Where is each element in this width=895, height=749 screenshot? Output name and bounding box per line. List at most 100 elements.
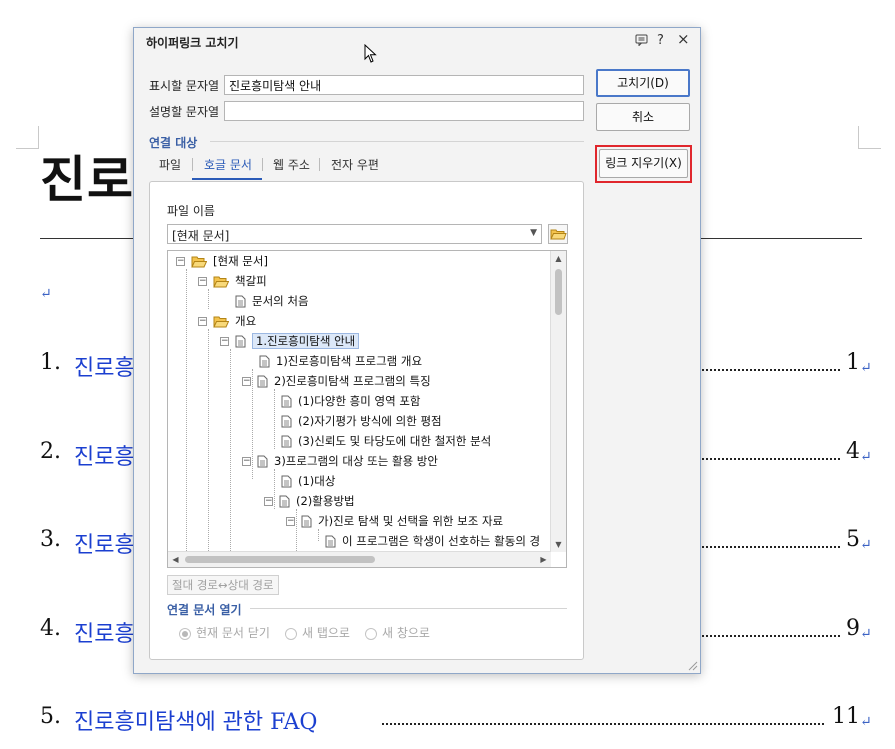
- tab-file[interactable]: 파일: [159, 156, 181, 173]
- toc-link[interactable]: 진로흥: [74, 527, 135, 559]
- toc-leader: [702, 635, 840, 637]
- remove-link-button[interactable]: 링크 지우기(X): [599, 149, 688, 178]
- tree-node[interactable]: − [현재 문서]: [176, 252, 268, 270]
- document-icon: [281, 435, 292, 448]
- paragraph-mark: ↵: [40, 286, 52, 302]
- collapse-icon[interactable]: −: [242, 377, 251, 386]
- vertical-scroll-thumb[interactable]: [555, 269, 562, 315]
- tree-node[interactable]: (1)대상: [281, 472, 335, 490]
- tab-web-address[interactable]: 웹 주소: [273, 156, 310, 173]
- description-label: 설명할 문자열: [149, 105, 220, 119]
- document-title[interactable]: 진로: [40, 140, 134, 212]
- document-icon: [281, 395, 292, 408]
- section-divider: [210, 141, 584, 142]
- tree-node[interactable]: −2)진로흥미탐색 프로그램의 특징: [242, 372, 431, 390]
- toc-leader: [382, 723, 824, 725]
- vertical-scrollbar[interactable]: ▲ ▼: [550, 251, 566, 552]
- tree-node[interactable]: − 책갈피: [198, 272, 267, 290]
- collapse-icon[interactable]: −: [198, 317, 207, 326]
- tree-node-selected[interactable]: −1.진로흥미탐색 안내: [220, 332, 360, 350]
- toc-page-number: 11: [832, 704, 860, 729]
- folder-open-icon: [213, 316, 229, 327]
- toc-page-number: 9: [846, 616, 860, 641]
- tab-separator: [262, 158, 263, 171]
- description-field[interactable]: [224, 101, 584, 121]
- file-name-combo[interactable]: [현재 문서] ▼: [167, 224, 542, 244]
- toc-number: 3.: [40, 527, 61, 552]
- toc-number: 4.: [40, 616, 61, 641]
- paragraph-mark: ↵: [860, 360, 872, 376]
- document-icon: [281, 415, 292, 428]
- toc-link[interactable]: 진로흥: [74, 439, 135, 471]
- link-target-label: 연결 대상: [149, 136, 198, 150]
- radio-new-tab[interactable]: 새 탭으로: [285, 624, 350, 641]
- collapse-icon[interactable]: −: [198, 277, 207, 286]
- help-button[interactable]: ?: [657, 33, 664, 49]
- collapse-icon[interactable]: −: [264, 497, 273, 506]
- tree-node[interactable]: (1)다양한 흥미 영역 포함: [281, 392, 420, 410]
- document-tree[interactable]: − [현재 문서] − 책갈피 문서의 처음 − 개요 −1.진로흥미탐색 안내 1)…: [167, 250, 567, 568]
- radio-new-window[interactable]: 새 창으로: [365, 624, 430, 641]
- tree-node[interactable]: − (2)활용방법: [264, 492, 355, 510]
- hyperlink-edit-dialog: 하이퍼링크 고치기 ? × 표시할 문자열 설명할 문자열 고치기(D) 취소 …: [133, 27, 701, 674]
- scroll-up-arrow-icon[interactable]: ▲: [551, 251, 566, 266]
- document-icon: [257, 455, 268, 468]
- toc-link[interactable]: 진로흥미탐색에 관한 FAQ: [74, 704, 317, 736]
- tab-separator: [192, 158, 193, 171]
- resize-grip-icon[interactable]: [688, 661, 698, 671]
- tree-guide-line: [208, 289, 209, 309]
- document-icon: [325, 535, 336, 548]
- toc-number: 5.: [40, 704, 61, 729]
- tree-node[interactable]: (3)신뢰도 및 타당도에 대한 철저한 분석: [281, 432, 491, 450]
- mouse-cursor-icon: [364, 44, 377, 63]
- apply-button[interactable]: 고치기(D): [596, 69, 690, 97]
- paragraph-mark: ↵: [860, 537, 872, 553]
- scroll-left-arrow-icon[interactable]: ◀: [168, 552, 183, 567]
- tree-node[interactable]: (2)자기평가 방식에 의한 평점: [281, 412, 442, 430]
- tab-email[interactable]: 전자 우편: [331, 156, 379, 173]
- tree-guide-line: [208, 329, 209, 567]
- toc-leader: [702, 369, 840, 371]
- collapse-icon[interactable]: −: [286, 517, 295, 526]
- display-text-label: 표시할 문자열: [149, 79, 220, 93]
- dialog-title: 하이퍼링크 고치기: [146, 36, 239, 50]
- horizontal-scrollbar[interactable]: ◀ ▶: [168, 551, 551, 567]
- tree-node[interactable]: 문서의 처음: [235, 292, 309, 310]
- toc-link[interactable]: 진로흥: [74, 616, 135, 648]
- toc-link[interactable]: 진로흥: [74, 350, 135, 382]
- chevron-down-icon: ▼: [530, 228, 537, 238]
- toc-leader: [702, 458, 840, 460]
- horizontal-scroll-thumb[interactable]: [185, 556, 375, 563]
- display-text-field[interactable]: [224, 75, 584, 95]
- document-icon: [235, 295, 246, 308]
- page-corner-mark: [16, 126, 39, 149]
- collapse-icon[interactable]: −: [220, 337, 229, 346]
- browse-folder-button[interactable]: [548, 224, 568, 244]
- path-toggle-button[interactable]: 절대 경로↔상대 경로: [167, 575, 279, 595]
- collapse-icon[interactable]: −: [242, 457, 251, 466]
- collapse-icon[interactable]: −: [176, 257, 185, 266]
- radio-close-current[interactable]: 현재 문서 닫기: [179, 624, 270, 641]
- dialog-titlebar[interactable]: 하이퍼링크 고치기 ? ×: [134, 28, 700, 56]
- tab-hangul-document[interactable]: 호글 문서: [204, 156, 252, 173]
- radio-indicator: [365, 627, 377, 640]
- comment-icon[interactable]: [635, 34, 648, 51]
- tree-node[interactable]: 1)진로흥미탐색 프로그램 개요: [259, 352, 422, 370]
- folder-open-icon: [550, 229, 567, 240]
- file-name-combo-value: [현재 문서]: [172, 229, 230, 243]
- document-icon: [235, 335, 246, 348]
- scroll-down-arrow-icon[interactable]: ▼: [551, 537, 566, 552]
- close-button[interactable]: ×: [677, 31, 690, 47]
- tree-node[interactable]: −3)프로그램의 대상 또는 활용 방안: [242, 452, 438, 470]
- document-icon: [259, 355, 270, 368]
- tab-panel: 파일 이름 [현재 문서] ▼ − [현재 문서] − 책갈피 문서의 처음 −…: [149, 181, 584, 660]
- tree-node[interactable]: − 가)진로 탐색 및 선택을 위한 보조 자료: [286, 512, 503, 530]
- cancel-button[interactable]: 취소: [596, 103, 690, 131]
- file-name-label: 파일 이름: [167, 204, 215, 218]
- toc-page-number: 4: [846, 439, 860, 464]
- tree-node[interactable]: 이 프로그램은 학생이 선호하는 활동의 경: [325, 532, 540, 550]
- tree-node[interactable]: − 개요: [198, 312, 256, 330]
- toc-leader: [702, 546, 840, 548]
- section-divider: [250, 608, 567, 609]
- scroll-right-arrow-icon[interactable]: ▶: [536, 552, 551, 567]
